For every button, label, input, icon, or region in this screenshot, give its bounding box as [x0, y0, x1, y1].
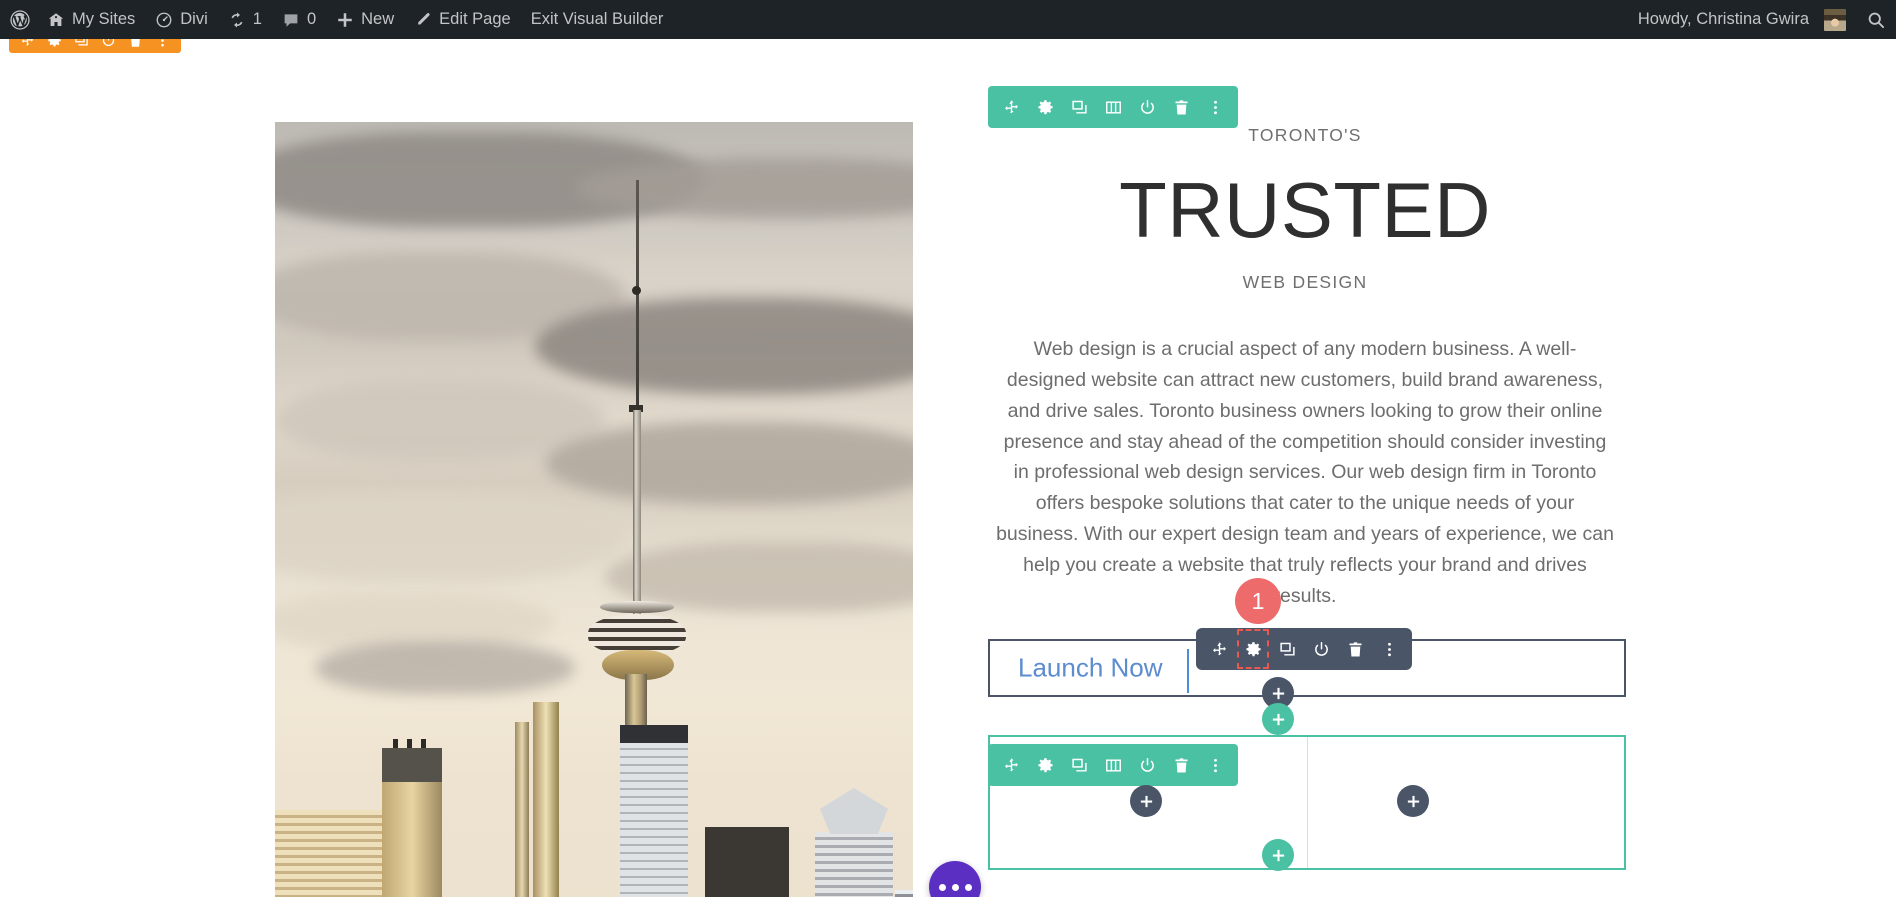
admin-bar-item-edit-page[interactable]: Edit Page [404, 0, 521, 39]
pencil-icon [414, 11, 432, 29]
add-row-button-bottom[interactable] [1262, 839, 1294, 871]
section-toolbar [988, 86, 1238, 128]
admin-bar-label-new: New [361, 10, 395, 28]
row-toolbar-disable-button[interactable] [1130, 744, 1164, 786]
admin-bar-label-divi: Divi [180, 10, 208, 28]
three-dots-icon [951, 883, 959, 891]
add-module-button-left-column[interactable] [1130, 785, 1162, 817]
divi-menu-fab[interactable] [929, 861, 981, 897]
module-toolbar-duplicate-button[interactable] [1270, 628, 1304, 670]
column-divider [1307, 737, 1308, 868]
add-row-button-top[interactable] [1262, 703, 1294, 735]
row-toolbar-settings-button[interactable] [1028, 744, 1062, 786]
module-toolbar-delete-button[interactable] [1338, 628, 1372, 670]
wordpress-icon [9, 9, 31, 31]
updates-refresh-icon [228, 11, 246, 29]
skyline-building [275, 810, 397, 897]
cn-tower-skypod-top [600, 601, 674, 613]
admin-bar-item-my-account[interactable]: Howdy, Christina Gwira [1628, 0, 1856, 39]
divi-speedometer-icon [155, 11, 173, 29]
admin-bar-item-divi[interactable]: Divi [145, 0, 218, 39]
plus-icon [336, 11, 354, 29]
step-badge: 1 [1235, 578, 1281, 624]
cn-tower-antenna-knob [632, 286, 641, 295]
skyline-building [815, 832, 893, 897]
row-toolbar-columns-button[interactable] [1096, 744, 1130, 786]
admin-bar-label-comments-count: 0 [306, 10, 317, 28]
cloud [535, 298, 913, 394]
skyline-building [705, 827, 789, 897]
cn-tower-antenna [636, 180, 639, 410]
avatar [1824, 8, 1846, 31]
cloud [315, 642, 575, 694]
skyline-building [533, 702, 559, 897]
plus-icon [1140, 795, 1152, 807]
skyline-building [382, 778, 442, 897]
row-toolbar-more-button[interactable] [1198, 744, 1232, 786]
admin-bar-item-updates[interactable]: 1 [218, 0, 272, 39]
section-toolbar-move-button[interactable] [994, 86, 1028, 128]
section-toolbar-settings-button[interactable] [1028, 86, 1062, 128]
section-toolbar-columns-button[interactable] [1096, 86, 1130, 128]
admin-bar-greeting: Howdy, Christina Gwira [1637, 10, 1809, 28]
plus-icon [1407, 795, 1419, 807]
module-toolbar-settings-button[interactable] [1236, 628, 1270, 670]
admin-bar-label-exit-visual-builder: Exit Visual Builder [530, 10, 664, 28]
section-toolbar-disable-button[interactable] [1130, 86, 1164, 128]
hero-paragraph: Web design is a crucial aspect of any mo… [996, 338, 1614, 607]
launch-now-button[interactable]: Launch Now [1018, 653, 1163, 684]
module-toolbar [1196, 628, 1412, 670]
skyline-building-cap [620, 725, 688, 743]
skyline-building [620, 742, 688, 897]
hero-eyebrow: TORONTO'S [1248, 125, 1362, 145]
add-module-button-right-column[interactable] [1397, 785, 1429, 817]
plus-icon [1272, 849, 1284, 861]
module-toolbar-disable-button[interactable] [1304, 628, 1338, 670]
skyline-building [515, 722, 529, 897]
row-toolbar-duplicate-button[interactable] [1062, 744, 1096, 786]
cloud [275, 492, 625, 582]
admin-bar-label-updates-count: 1 [252, 10, 262, 28]
sites-house-icon [47, 11, 65, 29]
admin-bar-item-exit-visual-builder[interactable]: Exit Visual Builder [521, 0, 674, 39]
section-toolbar-duplicate-button[interactable] [1062, 86, 1096, 128]
admin-bar-right-group: Howdy, Christina Gwira [1628, 0, 1896, 39]
text-cursor [1187, 649, 1189, 693]
visual-builder-canvas: TORONTO'S TRUSTED WEB DESIGN Web design … [0, 39, 1896, 897]
hero-subline: WEB DESIGN [1242, 271, 1368, 292]
skyline-building [895, 890, 913, 897]
module-toolbar-more-button[interactable] [1372, 628, 1406, 670]
three-dots-icon [964, 883, 972, 891]
skyline-building-cap [382, 748, 442, 782]
plus-icon [1272, 713, 1284, 725]
admin-bar-item-my-sites[interactable]: My Sites [37, 0, 145, 39]
cloud [545, 422, 913, 504]
wp-admin-bar: My Sites Divi 1 0 New Edit Page Exit Vis… [0, 0, 1896, 39]
admin-bar-item-wp-logo[interactable] [0, 0, 37, 39]
admin-bar-label-my-sites: My Sites [72, 10, 136, 28]
row-toolbar [988, 744, 1238, 786]
admin-bar-item-new[interactable]: New [326, 0, 404, 39]
comment-bubble-icon [282, 11, 300, 29]
cn-tower-upper-mast [633, 410, 641, 620]
row-toolbar-move-button[interactable] [994, 744, 1028, 786]
module-toolbar-move-button[interactable] [1202, 628, 1236, 670]
page-title: TRUSTED [1119, 165, 1491, 254]
row-toolbar-delete-button[interactable] [1164, 744, 1198, 786]
admin-bar-item-comments[interactable]: 0 [272, 0, 326, 39]
section-toolbar-delete-button[interactable] [1164, 86, 1198, 128]
admin-bar-label-edit-page: Edit Page [439, 10, 511, 28]
rooftop-vents [393, 739, 431, 748]
hero-image [275, 122, 913, 897]
three-dots-icon [938, 883, 946, 891]
section-toolbar-more-button[interactable] [1198, 86, 1232, 128]
search-icon [1866, 10, 1886, 30]
plus-icon [1272, 687, 1284, 699]
admin-bar-item-search[interactable] [1856, 0, 1896, 39]
